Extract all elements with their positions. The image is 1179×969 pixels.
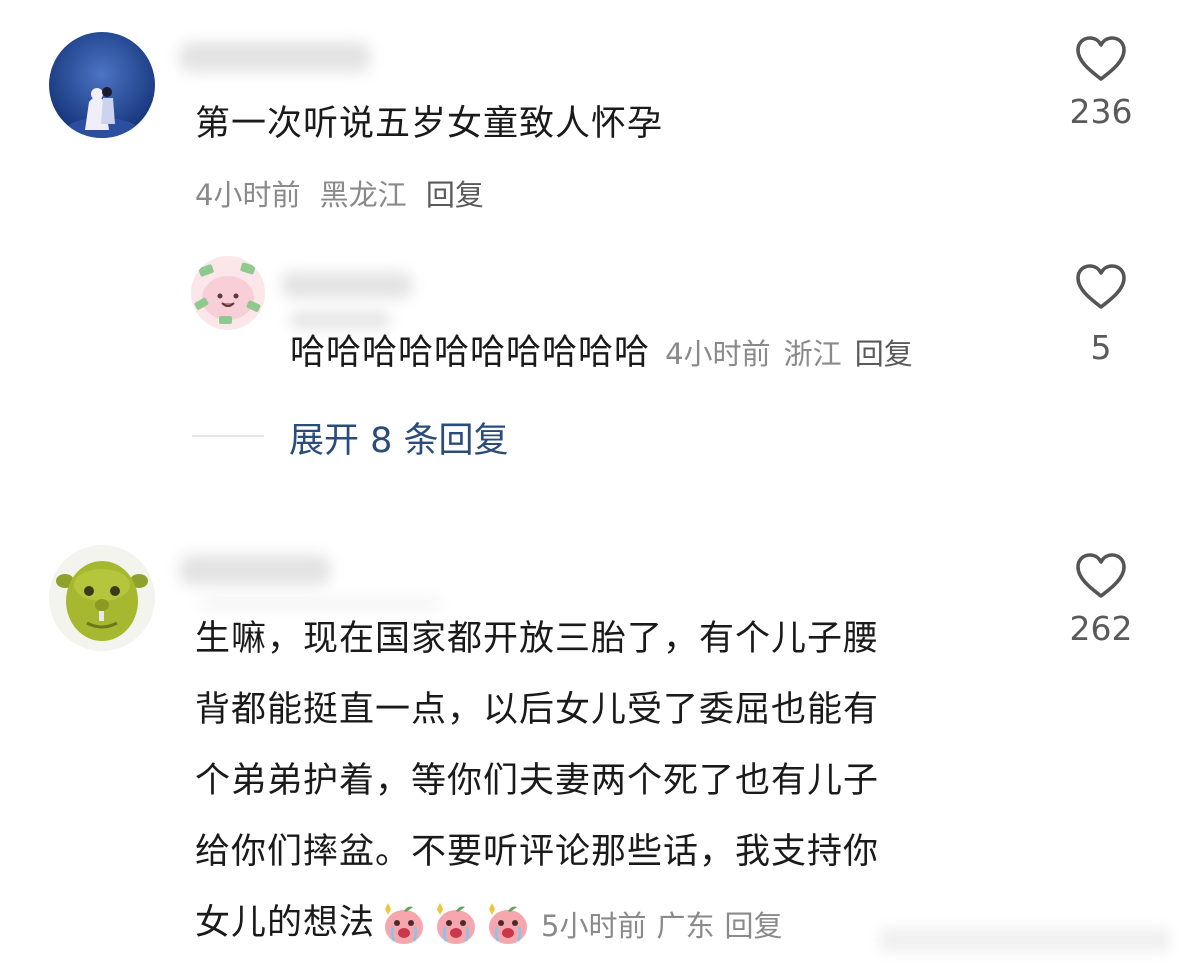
reply-like-button[interactable]: 5 bbox=[1065, 264, 1137, 367]
reply-location: 浙江 bbox=[783, 337, 842, 371]
like-button[interactable]: 262 bbox=[1065, 553, 1137, 648]
heart-icon bbox=[1076, 36, 1126, 81]
expand-divider bbox=[192, 435, 264, 437]
comment-body: 生嘛，现在国家都开放三胎了，有个儿子腰 背都能挺直一点，以后女儿受了委屈也能有 … bbox=[195, 604, 879, 959]
like-button[interactable]: 236 bbox=[1065, 36, 1137, 131]
like-count: 236 bbox=[1069, 92, 1133, 131]
username-blurred[interactable] bbox=[180, 42, 370, 72]
heart-icon bbox=[1076, 553, 1126, 598]
comment-line: 给你们摔盆。不要听评论那些话，我支持你 bbox=[195, 832, 880, 872]
reply-reply-button[interactable]: 回复 bbox=[855, 337, 913, 371]
pink-money-avatar bbox=[191, 256, 265, 330]
emoji-group bbox=[379, 901, 533, 947]
avatar[interactable] bbox=[49, 32, 155, 138]
comment-line: 背都能挺直一点，以后女儿受了委屈也能有 bbox=[195, 690, 880, 730]
watermark-blur bbox=[880, 928, 1170, 952]
comment-location: 黑龙江 bbox=[319, 178, 407, 212]
crying-peach-emoji bbox=[489, 902, 528, 944]
comment-time: 5小时前 bbox=[541, 908, 647, 943]
couple-night-avatar bbox=[49, 32, 155, 138]
username-blurred[interactable] bbox=[180, 555, 330, 585]
crying-peach-emoji bbox=[385, 902, 424, 944]
comment-line: 女儿的想法 bbox=[195, 903, 376, 943]
comment-location: 广东 bbox=[656, 908, 715, 943]
comment-line: 生嘛，现在国家都开放三胎了，有个儿子腰 bbox=[195, 619, 880, 659]
green-ogre-avatar bbox=[49, 545, 155, 651]
comment-line: 个弟弟护着，等你们夫妻两个死了也有儿子 bbox=[195, 761, 880, 801]
reply-line: 哈哈哈哈哈哈哈哈哈哈 4小时前 浙江 回复 bbox=[290, 318, 913, 389]
reply-button[interactable]: 回复 bbox=[724, 903, 782, 945]
heart-icon bbox=[1076, 264, 1126, 309]
reply-avatar[interactable] bbox=[191, 256, 265, 330]
comment-text: 第一次听说五岁女童致人怀孕 bbox=[195, 104, 664, 144]
reply-time: 4小时前 bbox=[665, 337, 771, 371]
reply-button[interactable]: 回复 bbox=[426, 178, 484, 212]
comment-meta: 4小时前 黑龙江 回复 bbox=[195, 172, 484, 214]
crying-peach-emoji bbox=[437, 902, 476, 944]
reply-username-blurred[interactable] bbox=[282, 272, 412, 298]
reply-text: 哈哈哈哈哈哈哈哈哈哈 bbox=[290, 333, 651, 373]
avatar[interactable] bbox=[49, 545, 155, 651]
like-count: 262 bbox=[1069, 609, 1133, 648]
reply-like-count: 5 bbox=[1090, 328, 1112, 367]
comment-time: 4小时前 bbox=[195, 178, 301, 212]
expand-replies-button[interactable]: 展开 8 条回复 bbox=[289, 412, 509, 463]
